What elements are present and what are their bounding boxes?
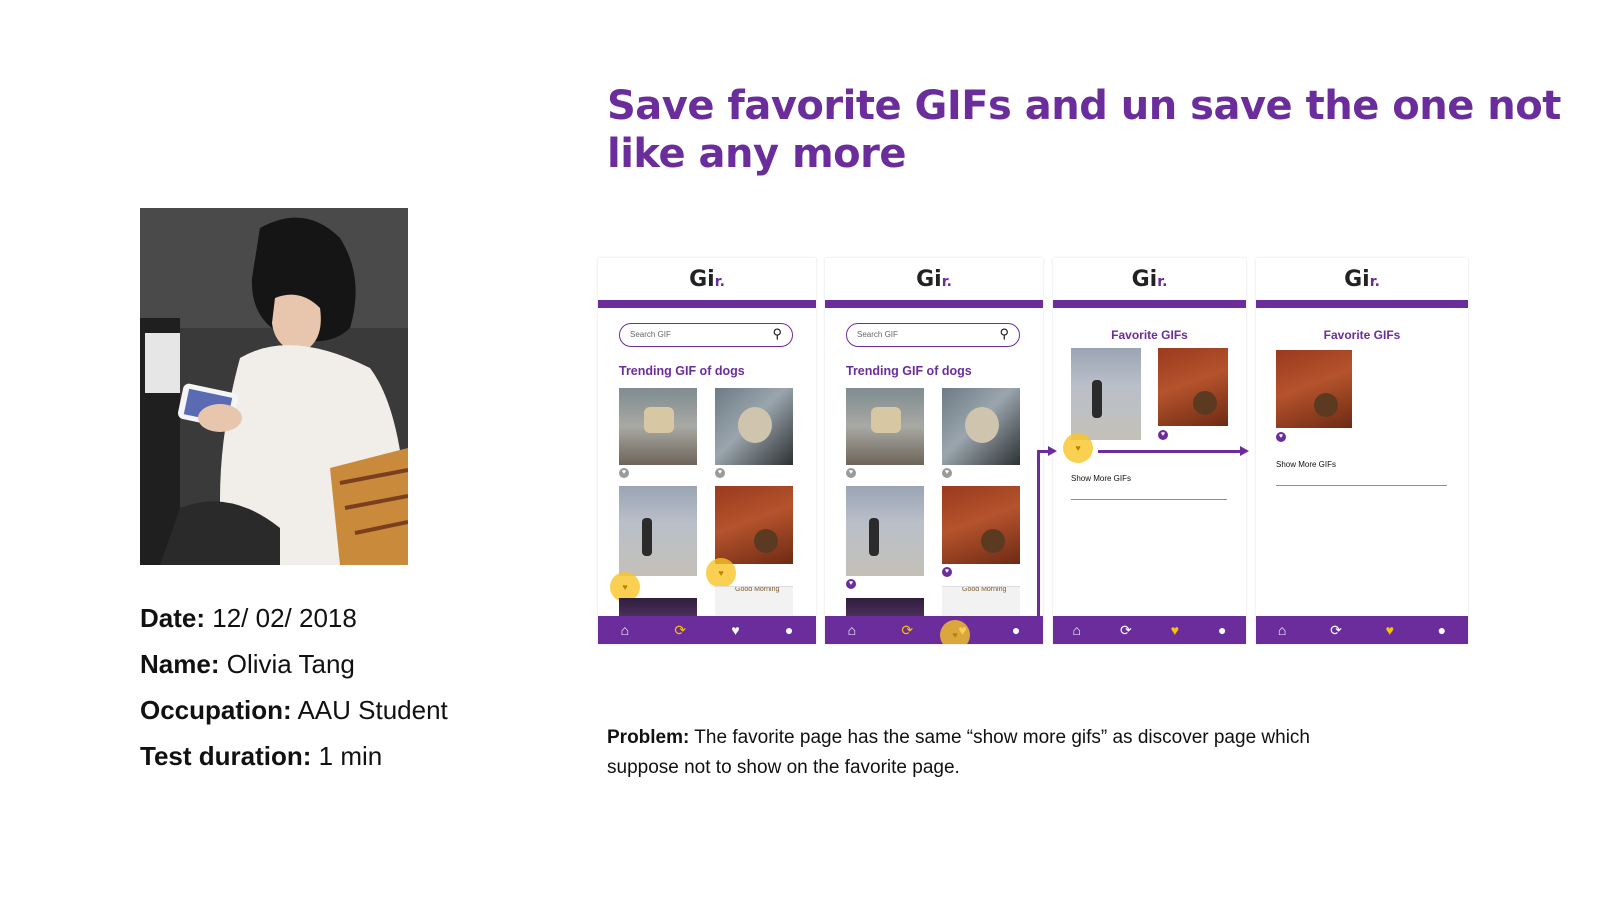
search-icon[interactable]: ⚲ [772,326,782,342]
name-label: Name: [140,649,220,679]
search-input[interactable]: Search GIF ⚲ [619,323,793,347]
screen-body: Search GIF ⚲ Trending GIF of dogs ♥ ♥ ♥ ♥… [598,308,816,616]
date-label: Date: [140,603,206,633]
gif-thumbnail[interactable] [619,598,697,616]
show-more-gifs[interactable]: Show More GIFs [1276,460,1336,469]
tap-highlight-heart-icon[interactable]: ♥ [706,558,736,588]
show-more-gifs[interactable]: Show More GIFs [1071,474,1131,483]
gif-thumbnail[interactable]: Good Morning [942,586,1020,616]
date-value: 12/ 02/ 2018 [212,603,357,633]
occupation-value: AAU Student [297,695,448,725]
duration-label: Test duration: [140,741,312,771]
home-icon[interactable]: ⌂ [848,623,856,637]
heart-icon-saved[interactable]: ♥ [942,567,952,577]
bottom-nav: ⌂ ⟳ ♥ ● [825,616,1043,644]
app-header: Gir. [1256,258,1468,300]
occupation-label: Occupation: [140,695,292,725]
discover-icon[interactable]: ⟳ [1120,623,1132,637]
heart-icon-saved[interactable]: ♥ [846,579,856,589]
gif-thumbnail[interactable] [1276,350,1352,428]
user-icon[interactable]: ● [1012,623,1020,637]
tester-photo [140,208,408,565]
heart-icon-saved[interactable]: ♥ [1276,432,1286,442]
search-icon[interactable]: ⚲ [999,326,1009,342]
app-header: Gir. [825,258,1043,300]
heart-icon[interactable]: ♥ [1171,623,1179,637]
flow-arrow-icon [1048,446,1057,456]
discover-icon[interactable]: ⟳ [674,623,686,637]
screen-body: Favorite GIFs ♥ ♥ Show More GIFs [1053,308,1246,616]
problem-label: Problem: [607,727,690,748]
gif-thumbnail[interactable] [846,486,924,576]
home-icon[interactable]: ⌂ [621,623,629,637]
flow-line [1037,450,1040,620]
gif-thumbnail[interactable] [846,598,924,616]
gif-thumbnail[interactable] [715,388,793,465]
problem-text: The favorite page has the same “show mor… [607,727,1310,778]
info-name: Name: Olivia Tang [140,641,448,687]
gif-thumbnail[interactable] [1158,348,1228,426]
gif-thumbnail[interactable] [619,486,697,576]
divider [1276,485,1447,486]
discover-icon[interactable]: ⟳ [1330,623,1342,637]
info-duration: Test duration: 1 min [140,733,448,779]
screen-1-trending: Gir. Search GIF ⚲ Trending GIF of dogs ♥ … [598,258,816,644]
user-icon[interactable]: ● [1218,623,1226,637]
app-logo: Gir. [916,266,952,292]
app-logo: Gir. [689,266,725,292]
bottom-nav: ⌂ ⟳ ♥ ● [1256,616,1468,644]
header-bar [825,300,1043,308]
bottom-nav: ⌂ ⟳ ♥ ● [1053,616,1246,644]
header-bar [598,300,816,308]
gif-thumbnail[interactable] [1071,348,1141,440]
screen-4-favorites-updated: Gir. Favorite GIFs ♥ Show More GIFs ⌂ ⟳ … [1256,258,1468,644]
screen-body: Search GIF ⚲ Trending GIF of dogs ♥ ♥ ♥ ♥… [825,308,1043,616]
heart-icon[interactable]: ♥ [1386,623,1394,637]
tap-highlight-favorites-icon[interactable]: ♥ [940,620,970,644]
info-date: Date: 12/ 02/ 2018 [140,595,448,641]
header-bar [1256,300,1468,308]
home-icon[interactable]: ⌂ [1073,623,1081,637]
user-icon[interactable]: ● [785,623,793,637]
gif-thumbnail[interactable] [715,486,793,564]
trending-title: Trending GIF of dogs [846,364,972,378]
tester-photo-illustration [140,208,408,565]
heart-icon[interactable]: ♥ [619,468,629,478]
header-bar [1053,300,1246,308]
name-value: Olivia Tang [226,649,355,679]
home-icon[interactable]: ⌂ [1278,623,1286,637]
divider [1071,499,1227,500]
heart-icon[interactable]: ♥ [715,468,725,478]
user-icon[interactable]: ● [1438,623,1446,637]
screen-2-saved: Gir. Search GIF ⚲ Trending GIF of dogs ♥ … [825,258,1043,644]
flow-line [1098,450,1243,453]
gif-thumbnail[interactable]: Good Morning [715,586,793,616]
app-header: Gir. [1053,258,1246,300]
heart-icon[interactable]: ♥ [942,468,952,478]
bottom-nav: ⌂ ⟳ ♥ ● [598,616,816,644]
gif-thumbnail[interactable] [619,388,697,465]
flow-arrow-icon [1240,446,1249,456]
heart-icon[interactable]: ♥ [731,623,739,637]
info-occupation: Occupation: AAU Student [140,687,448,733]
heart-icon[interactable]: ♥ [846,468,856,478]
heart-icon-saved[interactable]: ♥ [1158,430,1168,440]
problem-statement: Problem: The favorite page has the same … [607,723,1367,783]
app-logo: Gir. [1344,266,1380,292]
search-input[interactable]: Search GIF ⚲ [846,323,1020,347]
gif-thumbnail[interactable] [942,486,1020,564]
tester-info: Date: 12/ 02/ 2018 Name: Olivia Tang Occ… [140,595,448,779]
favorites-title: Favorite GIFs [1323,328,1401,342]
screen-body: Favorite GIFs ♥ Show More GIFs [1256,308,1468,616]
gif-thumbnail[interactable] [846,388,924,465]
trending-title: Trending GIF of dogs [619,364,745,378]
favorites-title: Favorite GIFs [1111,328,1188,342]
duration-value: 1 min [318,741,383,771]
tap-highlight-heart-icon[interactable]: ♥ [1063,433,1093,463]
discover-icon[interactable]: ⟳ [901,623,913,637]
app-logo: Gir. [1131,266,1168,292]
slide-title: Save favorite GIFs and un save the one n… [607,83,1561,177]
gif-thumbnail[interactable] [942,388,1020,465]
app-header: Gir. [598,258,816,300]
